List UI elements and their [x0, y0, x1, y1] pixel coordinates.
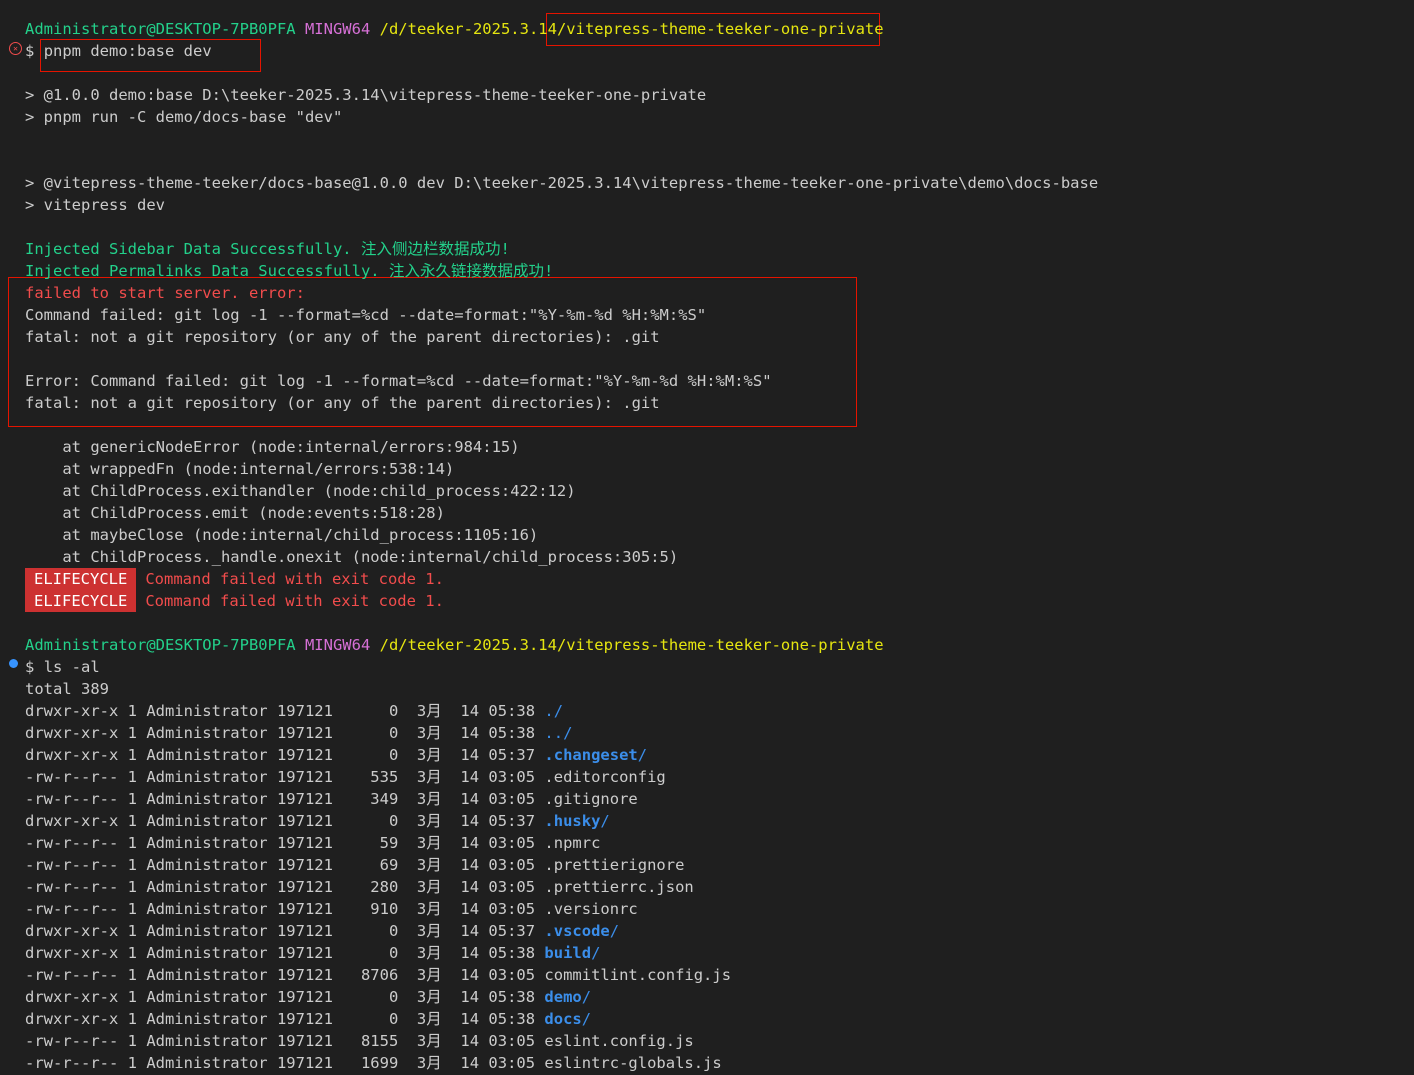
listing-suffix: /: [553, 702, 564, 720]
listing-info: drwxr-xr-x 1 Administrator 197121 0 3月 1…: [25, 1010, 545, 1028]
command-text: pnpm demo:base dev: [43, 42, 212, 60]
listing-row: -rw-r--r-- 1 Administrator 197121 8155 3…: [25, 1030, 694, 1052]
listing-info: drwxr-xr-x 1 Administrator 197121 0 3月 1…: [25, 746, 545, 764]
listing-info: -rw-r--r-- 1 Administrator 197121 69 3月 …: [25, 856, 545, 874]
listing-suffix: /: [637, 746, 648, 764]
listing-name: eslintrc-globals.js: [544, 1054, 722, 1072]
stack-line: at maybeClose (node:internal/child_proce…: [25, 526, 539, 544]
listing-name: .vscode: [544, 922, 610, 940]
listing-info: -rw-r--r-- 1 Administrator 197121 280 3月…: [25, 878, 545, 896]
stack-line: at ChildProcess._handle.onexit (node:int…: [25, 548, 679, 566]
lifecycle-line: ELIFECYCLE Command failed with exit code …: [25, 590, 444, 612]
listing-info: -rw-r--r-- 1 Administrator 197121 8155 3…: [25, 1032, 545, 1050]
listing-name: docs: [544, 1010, 582, 1028]
listing-row: -rw-r--r-- 1 Administrator 197121 280 3月…: [25, 876, 694, 898]
listing-suffix: /: [581, 1010, 592, 1028]
stack-line: at wrappedFn (node:internal/errors:538:1…: [25, 460, 455, 478]
run-line: > @1.0.0 demo:base D:\teeker-2025.3.14\v…: [25, 86, 707, 104]
prompt-user: Administrator@DESKTOP-7PB0PFA: [25, 20, 296, 38]
command-failed-icon[interactable]: ✕: [9, 42, 22, 55]
listing-suffix: /: [581, 988, 592, 1006]
stack-line: at genericNodeError (node:internal/error…: [25, 438, 520, 456]
listing-name: ..: [544, 724, 564, 742]
injected-message: Injected Permalinks Data Successfully. 注…: [25, 262, 554, 280]
ls-total: total 389: [25, 680, 109, 698]
listing-name: .: [544, 702, 554, 720]
listing-info: drwxr-xr-x 1 Administrator 197121 0 3月 1…: [25, 944, 545, 962]
listing-name: build: [544, 944, 592, 962]
listing-row: drwxr-xr-x 1 Administrator 197121 0 3月 1…: [25, 1008, 591, 1030]
listing-info: drwxr-xr-x 1 Administrator 197121 0 3月 1…: [25, 922, 545, 940]
listing-row: drwxr-xr-x 1 Administrator 197121 0 3月 1…: [25, 810, 610, 832]
terminal[interactable]: ✕ Administrator@DESKTOP-7PB0PFA MINGW64 …: [0, 0, 1414, 1075]
command-status-dot-icon[interactable]: [9, 659, 18, 668]
error-line: Command failed: git log -1 --format=%cd …: [25, 306, 707, 324]
lifecycle-message: Command failed with exit code 1.: [145, 570, 444, 588]
listing-suffix: /: [591, 944, 601, 962]
run-line: > vitepress dev: [25, 196, 165, 214]
listing-info: drwxr-xr-x 1 Administrator 197121 0 3月 1…: [25, 702, 545, 720]
listing-info: -rw-r--r-- 1 Administrator 197121 910 3月…: [25, 900, 545, 918]
listing-row: drwxr-xr-x 1 Administrator 197121 0 3月 1…: [25, 700, 563, 722]
prompt-line: Administrator@DESKTOP-7PB0PFA MINGW64 /d…: [25, 634, 884, 656]
listing-name: demo: [544, 988, 582, 1006]
stack-line: at ChildProcess.emit (node:events:518:28…: [25, 504, 445, 522]
prompt-path: /d/teeker-2025.3.14/vitepress-theme-teek…: [379, 20, 884, 38]
listing-row: -rw-r--r-- 1 Administrator 197121 8706 3…: [25, 964, 731, 986]
listing-suffix: /: [600, 812, 610, 830]
listing-row: -rw-r--r-- 1 Administrator 197121 1699 3…: [25, 1052, 722, 1074]
listing-row: drwxr-xr-x 1 Administrator 197121 0 3月 1…: [25, 986, 591, 1008]
error-line: fatal: not a git repository (or any of t…: [25, 394, 660, 412]
listing-row: -rw-r--r-- 1 Administrator 197121 349 3月…: [25, 788, 638, 810]
elifecycle-badge: ELIFECYCLE: [25, 590, 137, 612]
listing-info: drwxr-xr-x 1 Administrator 197121 0 3月 1…: [25, 988, 545, 1006]
listing-suffix: /: [609, 922, 620, 940]
listing-name: .prettierignore: [544, 856, 685, 874]
listing-info: drwxr-xr-x 1 Administrator 197121 0 3月 1…: [25, 812, 545, 830]
listing-row: drwxr-xr-x 1 Administrator 197121 0 3月 1…: [25, 920, 619, 942]
prompt-system: MINGW64: [304, 636, 371, 654]
listing-name: eslint.config.js: [544, 1032, 694, 1050]
prompt-path: /d/teeker-2025.3.14/vitepress-theme-teek…: [379, 636, 884, 654]
injected-message: Injected Sidebar Data Successfully. 注入侧边…: [25, 240, 510, 258]
listing-row: drwxr-xr-x 1 Administrator 197121 0 3月 1…: [25, 722, 572, 744]
listing-info: drwxr-xr-x 1 Administrator 197121 0 3月 1…: [25, 724, 545, 742]
error-line: fatal: not a git repository (or any of t…: [25, 328, 660, 346]
listing-row: -rw-r--r-- 1 Administrator 197121 69 3月 …: [25, 854, 684, 876]
listing-row: -rw-r--r-- 1 Administrator 197121 59 3月 …: [25, 832, 600, 854]
listing-info: -rw-r--r-- 1 Administrator 197121 59 3月 …: [25, 834, 545, 852]
prompt-system: MINGW64: [304, 20, 371, 38]
listing-suffix: /: [563, 724, 573, 742]
lifecycle-message: Command failed with exit code 1.: [145, 592, 444, 610]
listing-name: .npmrc: [544, 834, 601, 852]
listing-row: drwxr-xr-x 1 Administrator 197121 0 3月 1…: [25, 744, 647, 766]
elifecycle-badge: ELIFECYCLE: [25, 568, 137, 590]
listing-name: commitlint.config.js: [544, 966, 732, 984]
listing-info: -rw-r--r-- 1 Administrator 197121 535 3月…: [25, 768, 545, 786]
listing-row: -rw-r--r-- 1 Administrator 197121 535 3月…: [25, 766, 666, 788]
command-line: $ ls -al: [25, 658, 100, 676]
listing-name: .prettierrc.json: [544, 878, 694, 896]
command-text: ls -al: [43, 658, 100, 676]
error-line: Error: Command failed: git log -1 --form…: [25, 372, 772, 390]
run-line: > @vitepress-theme-teeker/docs-base@1.0.…: [25, 174, 1099, 192]
lifecycle-line: ELIFECYCLE Command failed with exit code …: [25, 568, 444, 590]
listing-name: .gitignore: [544, 790, 638, 808]
error-heading: failed to start server. error:: [25, 284, 305, 302]
stack-line: at ChildProcess.exithandler (node:child_…: [25, 482, 576, 500]
listing-row: drwxr-xr-x 1 Administrator 197121 0 3月 1…: [25, 942, 600, 964]
listing-name: .changeset: [544, 746, 638, 764]
prompt-line: Administrator@DESKTOP-7PB0PFA MINGW64 /d…: [25, 18, 884, 40]
listing-info: -rw-r--r-- 1 Administrator 197121 1699 3…: [25, 1054, 545, 1072]
listing-info: -rw-r--r-- 1 Administrator 197121 8706 3…: [25, 966, 545, 984]
listing-name: .husky: [544, 812, 601, 830]
listing-row: -rw-r--r-- 1 Administrator 197121 910 3月…: [25, 898, 638, 920]
listing-name: .versionrc: [544, 900, 638, 918]
command-line: $ pnpm demo:base dev: [25, 42, 212, 60]
listing-name: .editorconfig: [544, 768, 666, 786]
run-line: > pnpm run -C demo/docs-base "dev": [25, 108, 343, 126]
listing-info: -rw-r--r-- 1 Administrator 197121 349 3月…: [25, 790, 545, 808]
prompt-user: Administrator@DESKTOP-7PB0PFA: [25, 636, 296, 654]
